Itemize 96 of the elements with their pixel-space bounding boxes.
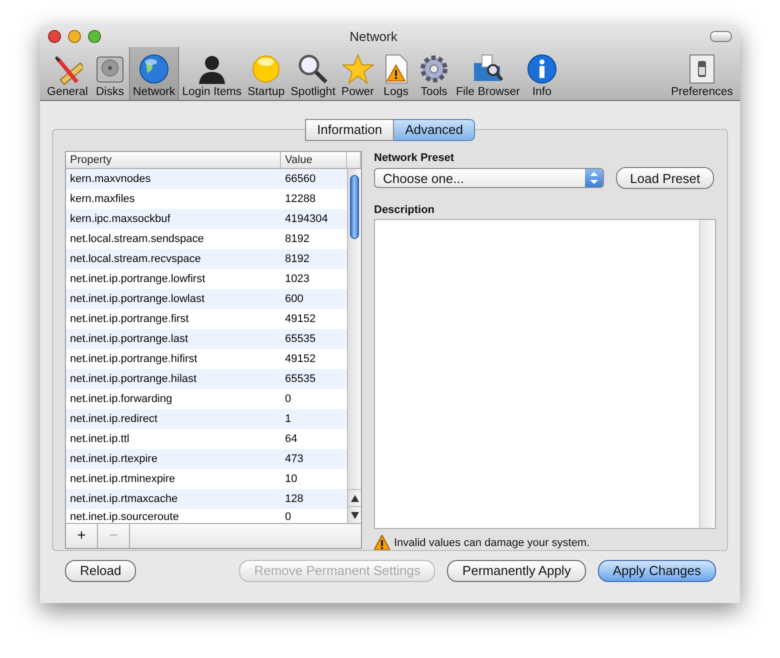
table-row[interactable]: net.inet.ip.redirect 1 [66,409,347,429]
table-row[interactable]: net.inet.ip.sourceroute 0 [66,509,347,524]
table-cell-text: 65535 [284,373,317,385]
table-row[interactable]: net.inet.ip.rtmaxcache 128 [66,489,347,509]
table-cell-text: net.inet.ip.sourceroute [69,511,180,523]
table-cell-text: 1 [284,413,292,425]
table-cell-text: net.inet.ip.portrange.hilast [69,373,198,385]
orb-icon [250,53,282,85]
preset-popup[interactable]: Choose one... [374,168,604,188]
table-row[interactable]: net.inet.ip.portrange.lowfirst 1023 [66,269,347,289]
toolbar-button[interactable]: Login Items [179,47,245,100]
table-cell-text: 600 [284,293,304,305]
description-field[interactable] [374,219,716,529]
toolbar-button[interactable]: Startup [244,47,288,100]
table-row[interactable]: net.inet.ip.portrange.hifirst 49152 [66,349,347,369]
table-cell-text: 0 [284,393,292,405]
table-cell-text: 66560 [284,173,317,185]
table-cell-text: kern.maxvnodes [69,173,152,185]
table-cell-text: 1023 [284,273,310,285]
table-cell-text: net.inet.ip.portrange.first [69,313,190,325]
table-row[interactable]: net.local.stream.recvspace 8192 [66,249,347,269]
action-button[interactable]: Apply Changes [598,560,716,582]
toolbar-button[interactable]: Logs [377,47,416,100]
search-icon [297,53,330,85]
zoom-button[interactable] [88,30,101,42]
table-row[interactable]: net.inet.ip.forwarding 0 [66,389,347,409]
toolbar-button[interactable]: Tools [415,47,454,100]
stepper-arrows-icon [590,172,598,184]
scrollbar[interactable] [699,220,715,528]
scrollbar[interactable] [347,169,361,524]
warning-text: Invalid values can damage your system. [394,536,590,548]
table-cell-text: net.inet.ip.portrange.last [69,333,190,345]
column-header[interactable]: Value [281,152,347,168]
table-cell-text: net.inet.ip.rtminexpire [69,473,176,485]
toolbar-button[interactable]: Spotlight [288,47,338,100]
toolbar-button[interactable]: General [44,47,91,100]
table-cell-text: 49152 [284,313,317,325]
load-preset-button[interactable]: Load Preset [616,167,714,189]
add-button[interactable]: + [66,524,98,548]
window-title: Network [348,28,398,44]
table-row[interactable]: net.inet.ip.portrange.hilast 65535 [66,369,347,389]
table-row[interactable]: net.inet.ip.rtminexpire 10 [66,469,347,489]
table-row[interactable]: net.inet.ip.rtexpire 473 [66,449,347,469]
table-row[interactable]: net.local.stream.sendspace 8192 [66,229,347,249]
table-row[interactable]: net.inet.ip.portrange.last 65535 [66,329,347,349]
table-row[interactable]: kern.ipc.maxsockbuf 4194304 [66,209,347,229]
info-icon [526,53,558,85]
table-cell-text: net.local.stream.recvspace [69,253,202,265]
table-cell-text: net.local.stream.sendspace [69,233,205,245]
table-cell-text: 12288 [284,193,317,205]
table-cell-text: 49152 [284,353,317,365]
table-cell-text: 8192 [284,233,310,245]
table-cell-text: net.inet.ip.portrange.lowlast [69,293,206,305]
minimize-button[interactable] [68,30,81,42]
preferences-button[interactable]: Preferences [668,47,736,100]
toolbar-button[interactable]: Power [338,47,378,100]
table-cell-text: net.inet.ip.ttl [69,433,130,445]
table-row[interactable]: net.inet.ip.ttl 64 [66,429,347,449]
toolbar-button[interactable]: Info [522,47,561,100]
field-label: Description [374,203,436,217]
toolbar-button[interactable]: File Browser [453,47,523,100]
field-label: Network Preset [374,151,456,165]
table-cell-text: 128 [284,493,304,505]
toolbar-button[interactable]: Disks [90,47,129,100]
tab[interactable]: Information [305,119,394,141]
table-cell-text: 64 [284,433,298,445]
table-cell-text: net.inet.ip.rtexpire [69,453,158,465]
table-row[interactable]: kern.maxfiles 12288 [66,189,347,209]
star-icon [342,53,374,85]
table-cell-text: net.inet.ip.portrange.lowfirst [69,273,206,285]
toolbar-toggle-button[interactable] [710,30,732,42]
table-cell-text: net.inet.ip.forwarding [69,393,174,405]
table-cell-text: net.inet.ip.rtmaxcache [69,493,179,505]
table-cell-text: kern.ipc.maxsockbuf [69,213,172,225]
tab[interactable]: Advanced [394,119,475,141]
table-cell-text: 10 [284,473,298,485]
table-cell-text: 473 [284,453,304,465]
table-cell-text: net.inet.ip.portrange.hifirst [69,353,198,365]
table-cell-text: 4194304 [284,213,329,225]
action-button[interactable]: Reload [65,560,136,582]
warning-icon [374,535,390,550]
table-cell-text: net.inet.ip.redirect [69,413,158,425]
table-cell-text: 8192 [284,253,310,265]
table-row[interactable]: net.inet.ip.portrange.first 49152 [66,309,347,329]
table-cell-text: 0 [284,511,292,523]
globe-icon [138,53,170,85]
table-cell-text: kern.maxfiles [69,193,136,205]
table-row[interactable]: net.inet.ip.portrange.lowlast 600 [66,289,347,309]
action-button[interactable]: Permanently Apply [447,560,586,582]
close-button[interactable] [48,30,61,42]
toolbar-button[interactable]: Network [128,47,180,100]
table-cell-text: 65535 [284,333,317,345]
scroll-thumb[interactable] [350,175,359,239]
column-header[interactable]: Property [66,152,281,168]
table-row[interactable]: kern.maxvnodes 66560 [66,169,347,189]
gear-icon [418,53,450,85]
